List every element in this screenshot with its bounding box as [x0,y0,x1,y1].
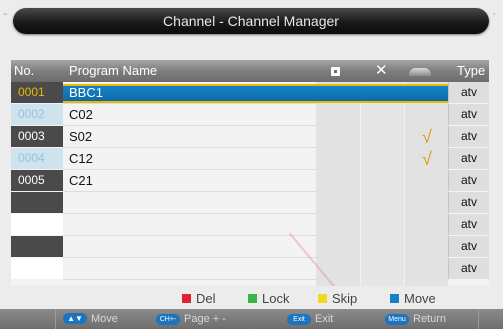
hint-return-label: Return [413,313,447,325]
top-left-corner-mark: ▪▪ [3,12,8,18]
channel-number: 0003 [11,126,63,147]
hint-page: CH+- Page + - [156,309,226,329]
window-title: Channel - Channel Manager [13,8,489,34]
legend-skip[interactable]: Skip [318,290,357,308]
row-divider [63,279,317,280]
channel-number [11,192,63,213]
top-right-corner-mark: ▪ [493,12,496,18]
legend-move-label: Move [404,291,436,306]
channel-type: atv [448,214,489,235]
menu-key-icon: Menu [385,314,409,325]
legend-del[interactable]: Del [182,290,216,308]
channel-row[interactable]: atv [11,214,489,236]
hint-exit: Exit Exit [287,309,333,329]
legend-lock[interactable]: Lock [248,290,289,308]
program-name: BBC1 [69,85,103,100]
channel-type: atv [448,126,489,147]
channel-row[interactable]: atv [11,192,489,214]
header-no: No. [14,63,35,78]
channel-number: 0002 [11,104,63,125]
channel-row[interactable]: 0001 BBC1 atv [11,82,489,104]
channel-row[interactable]: 0002 C02 atv [11,104,489,126]
hint-move: ▲▼ Move [63,309,118,329]
hint-divider [55,309,56,329]
key-hint-bar: ▲▼ Move CH+- Page + - Exit Exit Menu Return [0,309,503,329]
legend-move[interactable]: Move [390,290,436,308]
channel-number [11,258,63,279]
channel-type: atv [448,82,489,103]
channel-type: atv [448,170,489,191]
hint-exit-label: Exit [315,313,334,325]
list-header: No. Program Name ✕ Type [11,60,489,82]
header-program-name: Program Name [69,63,158,78]
channel-number: 0005 [11,170,63,191]
ch-key-icon: CH+- [156,314,180,325]
hint-divider [478,309,479,329]
program-name: C02 [69,107,93,122]
hint-return: Menu Return [385,309,446,329]
delete-icon: ✕ [375,62,388,79]
program-name: S02 [69,129,93,144]
program-name: C21 [69,173,93,188]
hint-page-label: Page + - [184,313,226,325]
channel-type: atv [448,148,489,169]
legend-del-label: Del [196,291,216,306]
red-key-icon [182,294,191,303]
program-name: C12 [69,151,93,166]
skip-icon [409,60,431,82]
channel-row[interactable]: atv [11,258,489,280]
channel-row[interactable]: atv [11,236,489,258]
channel-number: 0004 [11,148,63,169]
channel-type: atv [448,258,489,279]
green-key-icon [248,294,257,303]
channel-row[interactable]: 0003 S02 √ atv [11,126,489,148]
exit-key-icon: Exit [287,314,311,325]
channel-number: 0001 [11,82,63,103]
color-key-legend: Del Lock Skip Move [0,290,503,308]
up-down-key-icon: ▲▼ [63,313,87,324]
blue-key-icon [390,294,399,303]
channel-type: atv [448,104,489,125]
channel-type: atv [448,236,489,257]
skip-check-icon: √ [422,149,432,169]
lock-icon [329,60,340,82]
header-type: Type [457,63,486,78]
channel-number [11,214,63,235]
legend-lock-label: Lock [262,291,290,306]
hint-move-label: Move [91,313,118,325]
skip-check-icon: √ [422,127,432,147]
channel-number [11,236,63,257]
channel-row[interactable]: 0004 C12 √ atv [11,148,489,170]
channel-row[interactable]: 0005 C21 atv [11,170,489,192]
channel-type: atv [448,192,489,213]
channel-list: No. Program Name ✕ Type 0001 BBC1 atv 0002 C… [11,60,489,286]
yellow-key-icon [318,294,327,303]
legend-skip-label: Skip [332,291,358,306]
